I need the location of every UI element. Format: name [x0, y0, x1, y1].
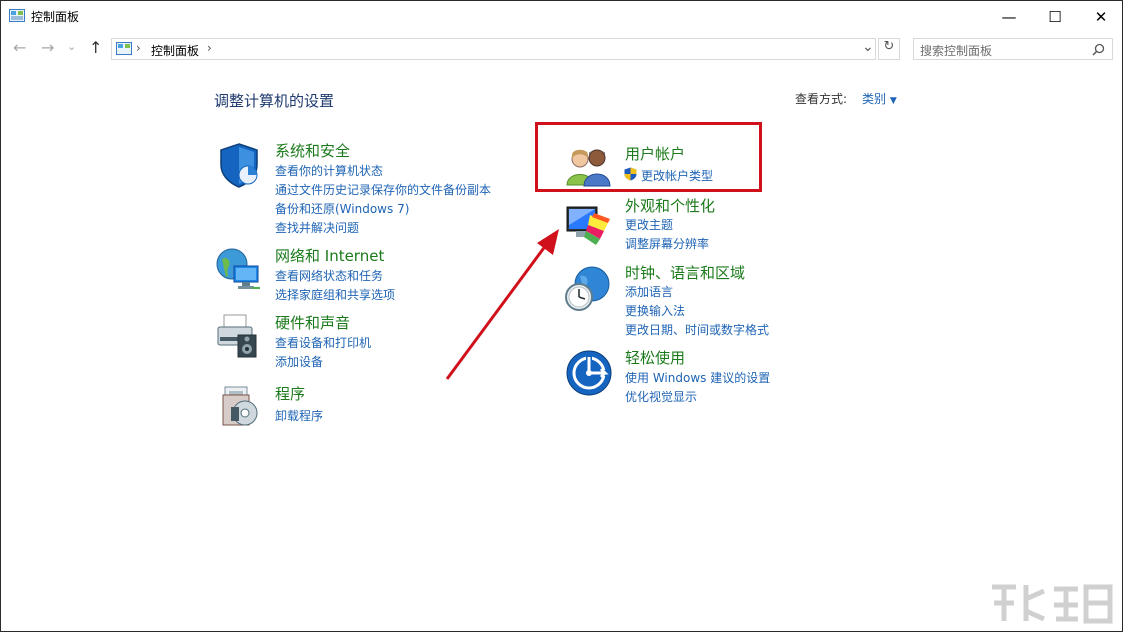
- link-homegroup[interactable]: 选择家庭组和共享选项: [275, 286, 395, 303]
- control-panel-icon: [116, 42, 132, 55]
- link-add-language[interactable]: 添加语言: [625, 283, 673, 300]
- window-title: 控制面板: [31, 10, 80, 24]
- control-panel-icon: [9, 9, 25, 22]
- clock-globe-icon: [565, 266, 610, 311]
- programs-icon: [222, 386, 258, 426]
- close-icon: ✕: [1094, 7, 1108, 26]
- category-network-internet[interactable]: 网络和 Internet: [275, 245, 384, 266]
- ease-of-access-icon: [566, 350, 612, 396]
- link-troubleshoot[interactable]: 查找并解决问题: [275, 219, 359, 236]
- forward-button[interactable]: →: [41, 38, 54, 57]
- up-button[interactable]: ↑: [89, 38, 102, 57]
- link-add-device[interactable]: 添加设备: [275, 353, 323, 370]
- search-input[interactable]: 搜索控制面板: [920, 42, 992, 59]
- maximize-icon: ☐: [1048, 7, 1062, 26]
- maximize-button[interactable]: ☐: [1032, 1, 1078, 32]
- address-bar[interactable]: › 控制面板 › ⌄: [111, 38, 876, 60]
- link-change-theme[interactable]: 更改主题: [625, 216, 673, 233]
- view-by-dropdown[interactable]: 类别 ▼: [862, 90, 897, 107]
- category-clock-language-region[interactable]: 时钟、语言和区域: [625, 262, 745, 283]
- link-uninstall-program[interactable]: 卸载程序: [275, 407, 323, 424]
- shield-icon: [220, 143, 258, 188]
- search-box[interactable]: 搜索控制面板: [913, 38, 1113, 60]
- breadcrumb-control-panel[interactable]: 控制面板: [151, 42, 199, 59]
- recent-locations-button[interactable]: ⌄: [67, 40, 76, 53]
- dropdown-arrow-icon: ▼: [889, 96, 897, 106]
- search-icon[interactable]: [1092, 43, 1105, 56]
- link-backup-restore[interactable]: 备份和还原(Windows 7): [275, 200, 409, 217]
- category-hardware-sound[interactable]: 硬件和声音: [275, 312, 350, 333]
- back-button[interactable]: ←: [13, 38, 26, 57]
- category-programs[interactable]: 程序: [275, 383, 305, 404]
- annotation-arrow-icon: [445, 229, 559, 380]
- link-optimize-visual-display[interactable]: 优化视觉显示: [625, 388, 697, 405]
- view-by-value: 类别: [862, 92, 887, 106]
- link-devices-printers[interactable]: 查看设备和打印机: [275, 334, 371, 351]
- watermark-logo: [992, 584, 1113, 624]
- link-file-history[interactable]: 通过文件历史记录保存你的文件备份副本: [275, 181, 491, 198]
- link-change-input-method[interactable]: 更换输入法: [625, 302, 685, 319]
- address-dropdown-button[interactable]: ⌄: [862, 39, 874, 55]
- category-user-accounts[interactable]: 用户帐户: [625, 143, 685, 164]
- close-button[interactable]: ✕: [1078, 1, 1122, 32]
- link-screen-resolution[interactable]: 调整屏幕分辨率: [625, 235, 709, 252]
- control-panel-window: 控制面板 — ☐ ✕ ← → ⌄ ↑ › 控制面板 › ⌄ ↻ 搜索控制面板 调…: [0, 0, 1123, 632]
- view-by-label: 查看方式:: [795, 92, 848, 106]
- link-network-status[interactable]: 查看网络状态和任务: [275, 267, 383, 284]
- users-icon: [566, 149, 611, 187]
- refresh-icon: ↻: [883, 39, 895, 54]
- category-ease-of-access[interactable]: 轻松使用: [625, 347, 685, 368]
- page-title: 调整计算机的设置: [214, 92, 335, 110]
- minimize-icon: —: [1001, 7, 1017, 26]
- network-globe-icon: [216, 248, 260, 289]
- breadcrumb-separator-end[interactable]: ›: [207, 41, 212, 55]
- category-system-security[interactable]: 系统和安全: [275, 140, 350, 161]
- category-appearance[interactable]: 外观和个性化: [625, 195, 715, 216]
- link-change-date-time-format[interactable]: 更改日期、时间或数字格式: [625, 321, 769, 338]
- refresh-button[interactable]: ↻: [878, 38, 900, 60]
- link-change-account-type[interactable]: 更改帐户类型: [641, 167, 713, 184]
- link-view-computer-status[interactable]: 查看你的计算机状态: [275, 162, 383, 179]
- uac-shield-icon: [624, 167, 637, 181]
- link-recommended-settings[interactable]: 使用 Windows 建议的设置: [625, 369, 770, 386]
- personalization-icon: [566, 206, 610, 245]
- minimize-button[interactable]: —: [986, 1, 1032, 32]
- printer-icon: [217, 314, 257, 358]
- breadcrumb-separator[interactable]: ›: [136, 41, 141, 55]
- title-bar[interactable]: 控制面板 — ☐ ✕: [1, 1, 1122, 32]
